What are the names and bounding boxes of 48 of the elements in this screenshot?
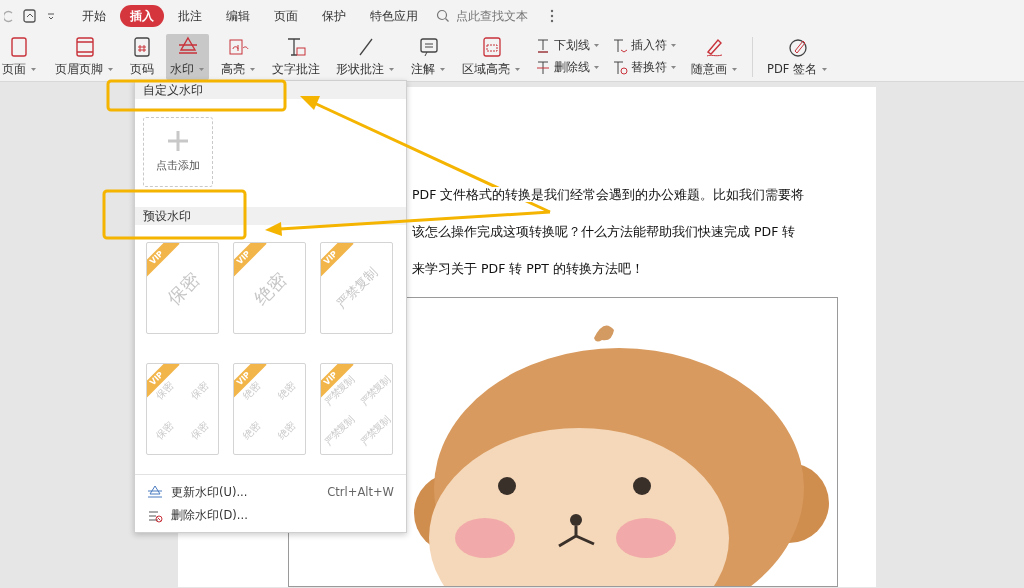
ribbon-button[interactable]: 页码 xyxy=(126,33,158,80)
ribbon-button[interactable]: 高亮 xyxy=(217,33,260,80)
watermark-text: 绝密 xyxy=(248,266,291,311)
text-comment-icon xyxy=(285,35,307,58)
ribbon-button[interactable]: 形状批注 xyxy=(332,33,399,80)
toolbar-tab[interactable]: 批注 xyxy=(168,5,212,27)
ribbon-button[interactable]: 替换符 xyxy=(610,56,679,79)
refresh-watermark-icon xyxy=(147,484,163,501)
menu-item[interactable]: 删除水印(D)... xyxy=(135,504,406,528)
ribbon-button[interactable]: 下划线 xyxy=(533,34,602,57)
menu-item[interactable]: 更新水印(U)... Ctrl+Alt+W xyxy=(135,481,406,505)
add-watermark-button[interactable]: 点击添加 xyxy=(143,117,213,187)
toolbar-tab[interactable]: 插入 xyxy=(120,5,164,27)
save-icon[interactable] xyxy=(22,8,38,24)
toolbar-tab[interactable]: 保护 xyxy=(312,5,356,27)
note-icon xyxy=(417,35,440,58)
strikethrough-icon xyxy=(535,59,551,76)
underline-icon xyxy=(535,37,551,54)
plus-icon xyxy=(167,129,189,152)
ribbon-button[interactable]: 注解 xyxy=(407,33,450,80)
toolbar-tab[interactable]: 开始 xyxy=(72,5,116,27)
toolbar-tab[interactable]: 页面 xyxy=(264,5,308,27)
area-highlight-icon xyxy=(480,35,503,58)
ribbon-button[interactable]: 页面 xyxy=(0,33,41,80)
ribbon-button[interactable]: 文字批注 xyxy=(268,33,324,80)
more-icon[interactable] xyxy=(550,9,554,23)
ribbon-button[interactable]: 水印 xyxy=(166,33,209,80)
insert-mark-icon xyxy=(612,37,628,54)
paragraph-text: 该怎么操作完成这项转换呢？什么方法能帮助我们快速完成 PDF 转 xyxy=(412,224,796,239)
replace-mark-icon xyxy=(612,59,628,76)
ribbon-button[interactable]: 插入符 xyxy=(610,34,679,57)
section-title: 自定义水印 xyxy=(135,81,406,99)
shortcut-text: Ctrl+Alt+W xyxy=(327,484,394,501)
paragraph-text: PDF 文件格式的转换是我们经常会遇到的办公难题。比如我们需要将 xyxy=(412,187,805,202)
ribbon-button[interactable]: 区域高亮 xyxy=(458,33,525,80)
ribbon-button[interactable]: 随意画 xyxy=(687,33,742,80)
toolbar-tab[interactable]: 特色应用 xyxy=(360,5,428,27)
page-number-icon xyxy=(131,35,153,58)
search-field[interactable]: 点此查找文本 xyxy=(454,6,546,26)
watermark-text: 保密 xyxy=(161,266,204,311)
toolbar-tab[interactable]: 编辑 xyxy=(216,5,260,27)
ribbon-button[interactable]: PDF 签名 xyxy=(763,33,833,80)
caret-icon[interactable] xyxy=(46,11,56,21)
header-footer-icon xyxy=(73,35,96,58)
ribbon-button[interactable]: 删除线 xyxy=(533,56,602,79)
section-title: 预设水印 xyxy=(135,207,406,225)
ribbon-button[interactable]: 页眉页脚 xyxy=(51,33,118,80)
search-icon xyxy=(436,9,450,23)
